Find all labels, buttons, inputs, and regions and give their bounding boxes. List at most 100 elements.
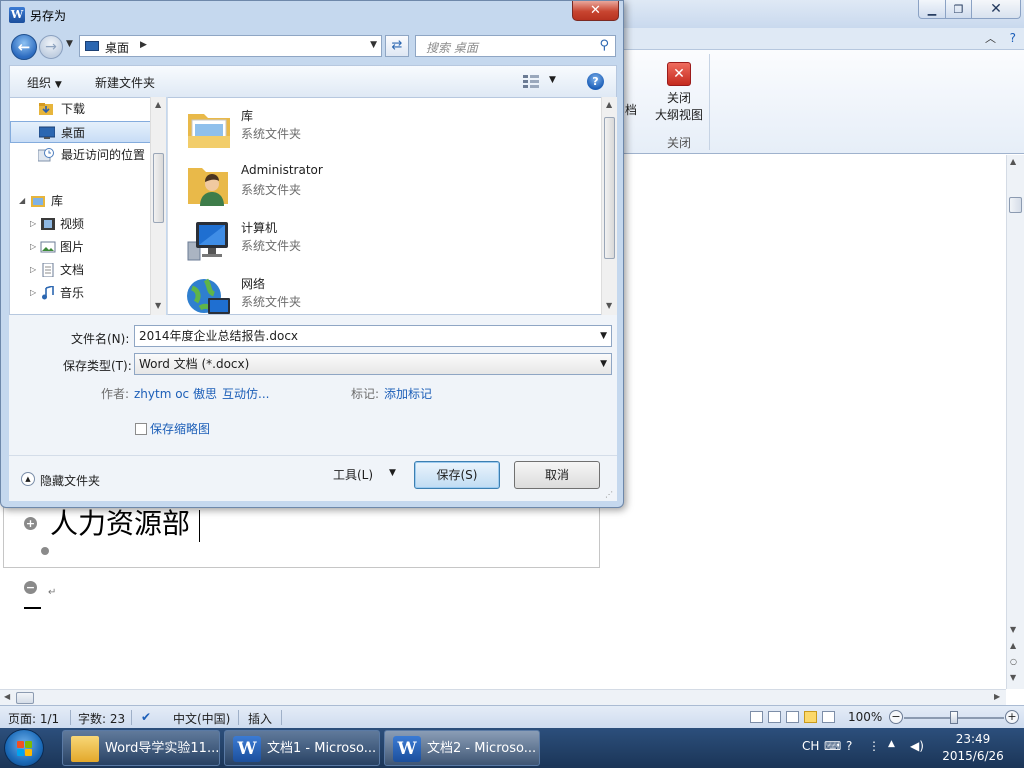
keyboard-icon[interactable]: ⌨ (824, 739, 841, 753)
vertical-scrollbar[interactable]: ▲ ▼ ▲ ○ ▼ (1006, 155, 1024, 689)
navigation-scroll-thumb[interactable] (153, 153, 164, 223)
collapse-minus-icon[interactable]: − (24, 581, 37, 594)
collapsed-triangle-icon[interactable]: ▷ (30, 236, 36, 258)
new-folder-button[interactable]: 新建文件夹 (95, 74, 155, 91)
collapsed-triangle-icon[interactable]: ▷ (30, 213, 36, 235)
scroll-left-icon[interactable]: ◀ (4, 692, 10, 701)
filename-input[interactable]: 2014年度企业总结报告.docx ▼ (134, 325, 612, 347)
address-bar[interactable]: 桌面 ▶ ▼ (79, 35, 382, 57)
file-list-scroll-thumb[interactable] (604, 117, 615, 259)
draft-view-icon[interactable] (822, 711, 835, 723)
author-value[interactable]: zhytm oc 傲思 (134, 385, 217, 402)
resize-grip-icon[interactable]: ⋰ (605, 490, 613, 499)
clock-time[interactable]: 23:49 (942, 732, 1004, 746)
zoom-level[interactable]: 100% (848, 710, 882, 724)
outline-view-icon[interactable] (804, 711, 817, 723)
show-hidden-icons[interactable]: ▲ (888, 739, 895, 749)
scroll-down-icon[interactable]: ▼ (606, 301, 612, 310)
organize-button[interactable]: 组织 ▼ (27, 74, 62, 91)
status-language[interactable]: 中文(中国) (173, 710, 230, 727)
save-button[interactable]: 保存(S) (414, 461, 500, 489)
proofing-icon[interactable]: ✔ (141, 710, 151, 724)
chevron-down-icon[interactable]: ▼ (549, 75, 556, 85)
recent-locations-icon[interactable]: ▼ (66, 39, 73, 49)
collapsed-triangle-icon[interactable]: ▷ (30, 282, 36, 304)
expand-plus-icon[interactable]: + (24, 517, 37, 530)
cancel-button[interactable]: 取消 (514, 461, 600, 489)
save-thumbnail-checkbox[interactable] (135, 423, 147, 435)
help-icon[interactable]: ? (846, 739, 852, 753)
print-layout-icon[interactable] (750, 711, 763, 723)
chevron-up-icon[interactable]: ▲ (21, 472, 35, 486)
view-options-icon[interactable] (523, 75, 539, 88)
taskbar-item-doc1[interactable]: W 文档1 - Microso... (224, 730, 380, 766)
list-item-administrator[interactable]: Administrator 系统文件夹 (186, 160, 466, 210)
full-screen-reading-icon[interactable] (768, 711, 781, 723)
chevron-right-icon[interactable]: ▶ (140, 40, 147, 50)
expanded-triangle-icon[interactable]: ◢ (19, 190, 25, 212)
next-page-icon[interactable]: ▼ (1010, 673, 1016, 682)
horizontal-scroll-thumb[interactable] (16, 692, 34, 704)
chevron-down-icon[interactable]: ▼ (600, 354, 607, 374)
clock-date[interactable]: 2015/6/26 (938, 749, 1008, 763)
save-type-select[interactable]: Word 文档 (*.docx) ▼ (134, 353, 612, 375)
horizontal-scrollbar[interactable]: ◀ ▶ (0, 689, 1006, 705)
dialog-close-button[interactable]: ✕ (572, 1, 619, 21)
word-close-button[interactable]: ✕ (971, 0, 1021, 19)
scroll-down-icon[interactable]: ▼ (155, 301, 161, 310)
hide-folders-button[interactable]: 隐藏文件夹 (40, 472, 100, 489)
help-icon[interactable]: ? (587, 73, 604, 90)
status-page[interactable]: 页面: 1/1 (8, 710, 59, 727)
nav-item-libraries[interactable]: ◢ 库 (10, 190, 152, 212)
save-thumbnail-label[interactable]: 保存缩略图 (150, 420, 210, 437)
browse-object-icon[interactable]: ○ (1010, 657, 1017, 666)
document-heading[interactable]: 人力资源部 (50, 506, 190, 542)
search-icon[interactable]: ⚲ (599, 38, 609, 53)
address-text[interactable]: 桌面 (105, 39, 129, 56)
nav-item-pictures[interactable]: ▷ 图片 (10, 236, 152, 258)
address-dropdown-icon[interactable]: ▼ (370, 40, 377, 50)
input-language[interactable]: CH (802, 739, 819, 753)
back-button[interactable]: ← (11, 34, 37, 60)
scroll-right-icon[interactable]: ▶ (994, 692, 1000, 701)
tray-options-icon[interactable]: ⋮ (868, 739, 880, 753)
close-outline-view-button[interactable]: ✕ 关闭 大纲视图 (652, 58, 706, 128)
author-more[interactable]: 互动仿... (222, 385, 269, 402)
scroll-down-icon[interactable]: ▼ (1010, 625, 1016, 634)
nav-item-documents[interactable]: ▷ 文档 (10, 259, 152, 281)
refresh-button[interactable]: ⇄ (385, 35, 409, 57)
start-button[interactable] (4, 729, 44, 767)
list-item-network[interactable]: 网络 系统文件夹 (186, 272, 466, 314)
zoom-in-icon[interactable]: + (1005, 710, 1019, 724)
zoom-out-icon[interactable]: − (889, 710, 903, 724)
chevron-down-icon[interactable]: ▼ (600, 326, 607, 346)
tags-value[interactable]: 添加标记 (384, 385, 432, 402)
forward-button[interactable]: → (39, 35, 63, 59)
vertical-scroll-thumb[interactable] (1009, 197, 1022, 213)
navigation-pane-scrollbar[interactable]: ▲ ▼ (150, 97, 166, 315)
scroll-up-icon[interactable]: ▲ (606, 100, 612, 109)
zoom-slider-knob[interactable] (950, 711, 958, 724)
status-words[interactable]: 字数: 23 (78, 710, 125, 727)
nav-item-videos[interactable]: ▷ 视频 (10, 213, 152, 235)
file-list-scrollbar[interactable]: ▲ ▼ (601, 97, 617, 315)
minimize-button[interactable]: ▁ (918, 0, 946, 19)
web-layout-icon[interactable] (786, 711, 799, 723)
status-insert-mode[interactable]: 插入 (248, 710, 272, 727)
chevron-down-icon[interactable]: ▼ (389, 468, 396, 478)
nav-item-music[interactable]: ▷ 音乐 (10, 282, 152, 304)
scroll-up-icon[interactable]: ▲ (1010, 157, 1016, 166)
list-item-libraries[interactable]: 库 系统文件夹 (186, 104, 466, 154)
scroll-up-icon[interactable]: ▲ (155, 100, 161, 109)
ribbon-collapse-icon[interactable]: ︿ (985, 30, 996, 46)
list-item-computer[interactable]: 计算机 系统文件夹 (186, 216, 466, 266)
taskbar-item-doc2[interactable]: W 文档2 - Microso... (384, 730, 540, 766)
nav-item-desktop[interactable]: 桌面 (10, 121, 152, 143)
taskbar-item-explorer[interactable]: Word导学实验11... (62, 730, 220, 766)
volume-icon[interactable]: ◀) (910, 739, 924, 753)
nav-item-downloads[interactable]: 下载 (10, 98, 152, 120)
nav-item-recent[interactable]: 最近访问的位置 (10, 144, 152, 166)
prev-page-icon[interactable]: ▲ (1010, 641, 1016, 650)
tools-button[interactable]: 工具(L) (333, 466, 373, 483)
maximize-button[interactable]: ❐ (945, 0, 972, 19)
